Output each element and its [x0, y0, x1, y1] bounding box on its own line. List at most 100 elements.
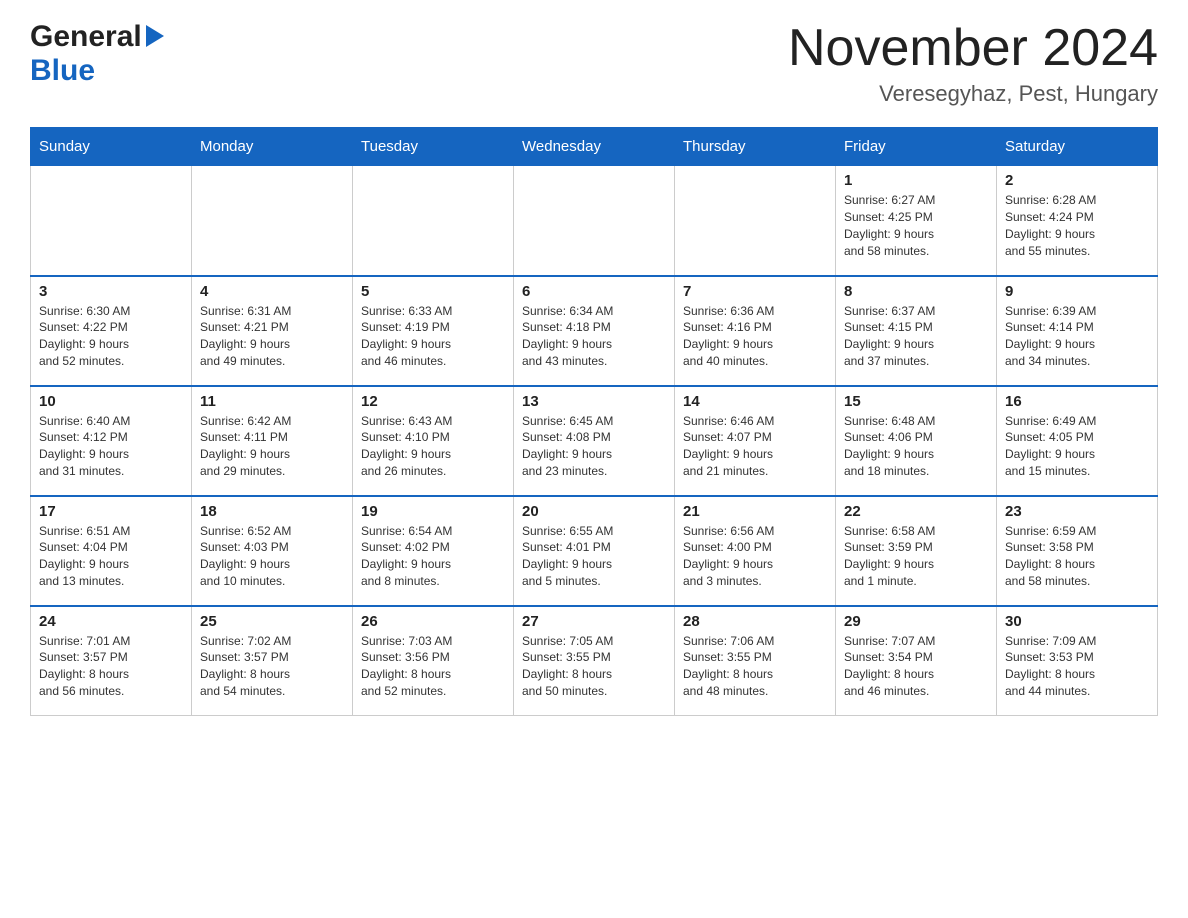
day-header-wednesday: Wednesday [514, 128, 675, 166]
day-number: 5 [361, 283, 505, 300]
day-number: 16 [1005, 393, 1149, 410]
day-header-friday: Friday [836, 128, 997, 166]
day-number: 6 [522, 283, 666, 300]
day-info: Sunrise: 7:03 AM Sunset: 3:56 PM Dayligh… [361, 633, 505, 700]
week-row-1: 1Sunrise: 6:27 AM Sunset: 4:25 PM Daylig… [31, 166, 1158, 276]
day-info: Sunrise: 6:39 AM Sunset: 4:14 PM Dayligh… [1005, 303, 1149, 370]
calendar-cell: 21Sunrise: 6:56 AM Sunset: 4:00 PM Dayli… [675, 496, 836, 606]
calendar-cell [675, 166, 836, 276]
calendar-cell: 22 Sunrise: 6:58 AM Sunset: 3:59 PM Dayli… [836, 496, 997, 606]
day-number: 17 [39, 503, 183, 520]
calendar-cell: 27 Sunrise: 7:05 AM Sunset: 3:55 PM Dayli… [514, 606, 675, 716]
calendar-cell: 16 Sunrise: 6:49 AM Sunset: 4:05 PM Dayli… [997, 386, 1158, 496]
day-info: Sunrise: 6:52 AM Sunset: 4:03 PM Dayligh… [200, 523, 344, 590]
day-number: 15 [844, 393, 988, 410]
calendar-cell [353, 166, 514, 276]
day-info: Sunrise: 7:05 AM Sunset: 3:55 PM Dayligh… [522, 633, 666, 700]
day-number: 22 [844, 503, 988, 520]
day-number: 8 [844, 283, 988, 300]
day-number: 21 [683, 503, 827, 520]
day-info: Sunrise: 6:46 AM Sunset: 4:07 PM Dayligh… [683, 413, 827, 480]
day-number: 9 [1005, 283, 1149, 300]
calendar-cell: 3Sunrise: 6:30 AM Sunset: 4:22 PM Daylig… [31, 276, 192, 386]
day-info: Sunrise: 6:54 AM Sunset: 4:02 PM Dayligh… [361, 523, 505, 590]
day-info: Sunrise: 6:58 AM Sunset: 3:59 PM Dayligh… [844, 523, 988, 590]
day-number: 3 [39, 283, 183, 300]
calendar-cell: 13Sunrise: 6:45 AM Sunset: 4:08 PM Dayli… [514, 386, 675, 496]
calendar-cell: 20Sunrise: 6:55 AM Sunset: 4:01 PM Dayli… [514, 496, 675, 606]
calendar-cell: 14 Sunrise: 6:46 AM Sunset: 4:07 PM Dayli… [675, 386, 836, 496]
calendar-cell: 25 Sunrise: 7:02 AM Sunset: 3:57 PM Dayli… [192, 606, 353, 716]
day-info: Sunrise: 6:49 AM Sunset: 4:05 PM Dayligh… [1005, 413, 1149, 480]
day-number: 7 [683, 283, 827, 300]
day-number: 30 [1005, 613, 1149, 630]
calendar-cell: 12Sunrise: 6:43 AM Sunset: 4:10 PM Dayli… [353, 386, 514, 496]
day-info: Sunrise: 6:33 AM Sunset: 4:19 PM Dayligh… [361, 303, 505, 370]
day-info: Sunrise: 6:48 AM Sunset: 4:06 PM Dayligh… [844, 413, 988, 480]
calendar-cell: 1Sunrise: 6:27 AM Sunset: 4:25 PM Daylig… [836, 166, 997, 276]
week-row-5: 24 Sunrise: 7:01 AM Sunset: 3:57 PM Dayli… [31, 606, 1158, 716]
week-row-2: 3Sunrise: 6:30 AM Sunset: 4:22 PM Daylig… [31, 276, 1158, 386]
calendar-cell: 17Sunrise: 6:51 AM Sunset: 4:04 PM Dayli… [31, 496, 192, 606]
day-number: 2 [1005, 172, 1149, 189]
day-number: 29 [844, 613, 988, 630]
calendar-table: SundayMondayTuesdayWednesdayThursdayFrid… [30, 127, 1158, 716]
day-header-monday: Monday [192, 128, 353, 166]
day-info: Sunrise: 7:09 AM Sunset: 3:53 PM Dayligh… [1005, 633, 1149, 700]
day-info: Sunrise: 6:40 AM Sunset: 4:12 PM Dayligh… [39, 413, 183, 480]
calendar-cell: 10Sunrise: 6:40 AM Sunset: 4:12 PM Dayli… [31, 386, 192, 496]
day-info: Sunrise: 6:37 AM Sunset: 4:15 PM Dayligh… [844, 303, 988, 370]
day-info: Sunrise: 6:36 AM Sunset: 4:16 PM Dayligh… [683, 303, 827, 370]
day-header-saturday: Saturday [997, 128, 1158, 166]
day-header-thursday: Thursday [675, 128, 836, 166]
day-number: 14 [683, 393, 827, 410]
calendar-cell: 7 Sunrise: 6:36 AM Sunset: 4:16 PM Daylig… [675, 276, 836, 386]
week-row-4: 17Sunrise: 6:51 AM Sunset: 4:04 PM Dayli… [31, 496, 1158, 606]
calendar-cell: 29 Sunrise: 7:07 AM Sunset: 3:54 PM Dayli… [836, 606, 997, 716]
day-info: Sunrise: 6:31 AM Sunset: 4:21 PM Dayligh… [200, 303, 344, 370]
day-info: Sunrise: 7:01 AM Sunset: 3:57 PM Dayligh… [39, 633, 183, 700]
logo-triangle-icon [146, 25, 164, 52]
location-title: Veresegyhaz, Pest, Hungary [788, 81, 1158, 107]
day-number: 11 [200, 393, 344, 410]
day-number: 24 [39, 613, 183, 630]
day-number: 19 [361, 503, 505, 520]
day-number: 18 [200, 503, 344, 520]
calendar-cell: 6 Sunrise: 6:34 AM Sunset: 4:18 PM Daylig… [514, 276, 675, 386]
calendar-cell: 24 Sunrise: 7:01 AM Sunset: 3:57 PM Dayli… [31, 606, 192, 716]
calendar-cell: 11 Sunrise: 6:42 AM Sunset: 4:11 PM Dayli… [192, 386, 353, 496]
calendar-cell [192, 166, 353, 276]
day-info: Sunrise: 6:45 AM Sunset: 4:08 PM Dayligh… [522, 413, 666, 480]
day-info: Sunrise: 7:07 AM Sunset: 3:54 PM Dayligh… [844, 633, 988, 700]
day-number: 27 [522, 613, 666, 630]
day-header-tuesday: Tuesday [353, 128, 514, 166]
calendar-cell [31, 166, 192, 276]
day-number: 23 [1005, 503, 1149, 520]
calendar-cell: 4Sunrise: 6:31 AM Sunset: 4:21 PM Daylig… [192, 276, 353, 386]
calendar-cell: 8 Sunrise: 6:37 AM Sunset: 4:15 PM Daylig… [836, 276, 997, 386]
calendar-cell [514, 166, 675, 276]
day-info: Sunrise: 6:27 AM Sunset: 4:25 PM Dayligh… [844, 192, 988, 259]
day-info: Sunrise: 6:55 AM Sunset: 4:01 PM Dayligh… [522, 523, 666, 590]
day-info: Sunrise: 6:34 AM Sunset: 4:18 PM Dayligh… [522, 303, 666, 370]
month-title: November 2024 [788, 20, 1158, 77]
day-number: 25 [200, 613, 344, 630]
day-number: 12 [361, 393, 505, 410]
day-number: 26 [361, 613, 505, 630]
calendar-cell: 15 Sunrise: 6:48 AM Sunset: 4:06 PM Dayli… [836, 386, 997, 496]
day-info: Sunrise: 6:42 AM Sunset: 4:11 PM Dayligh… [200, 413, 344, 480]
calendar-cell: 23 Sunrise: 6:59 AM Sunset: 3:58 PM Dayli… [997, 496, 1158, 606]
page-header: General Blue November 2024 Veresegyhaz, … [30, 20, 1158, 107]
calendar-cell: 18 Sunrise: 6:52 AM Sunset: 4:03 PM Dayli… [192, 496, 353, 606]
day-header-sunday: Sunday [31, 128, 192, 166]
calendar-cell: 9 Sunrise: 6:39 AM Sunset: 4:14 PM Daylig… [997, 276, 1158, 386]
week-row-3: 10Sunrise: 6:40 AM Sunset: 4:12 PM Dayli… [31, 386, 1158, 496]
calendar-cell: 28Sunrise: 7:06 AM Sunset: 3:55 PM Dayli… [675, 606, 836, 716]
calendar-cell: 30 Sunrise: 7:09 AM Sunset: 3:53 PM Dayli… [997, 606, 1158, 716]
day-info: Sunrise: 6:59 AM Sunset: 3:58 PM Dayligh… [1005, 523, 1149, 590]
calendar-cell: 26 Sunrise: 7:03 AM Sunset: 3:56 PM Dayli… [353, 606, 514, 716]
day-number: 28 [683, 613, 827, 630]
days-header-row: SundayMondayTuesdayWednesdayThursdayFrid… [31, 128, 1158, 166]
logo-blue-text: Blue [30, 54, 95, 87]
day-info: Sunrise: 7:02 AM Sunset: 3:57 PM Dayligh… [200, 633, 344, 700]
